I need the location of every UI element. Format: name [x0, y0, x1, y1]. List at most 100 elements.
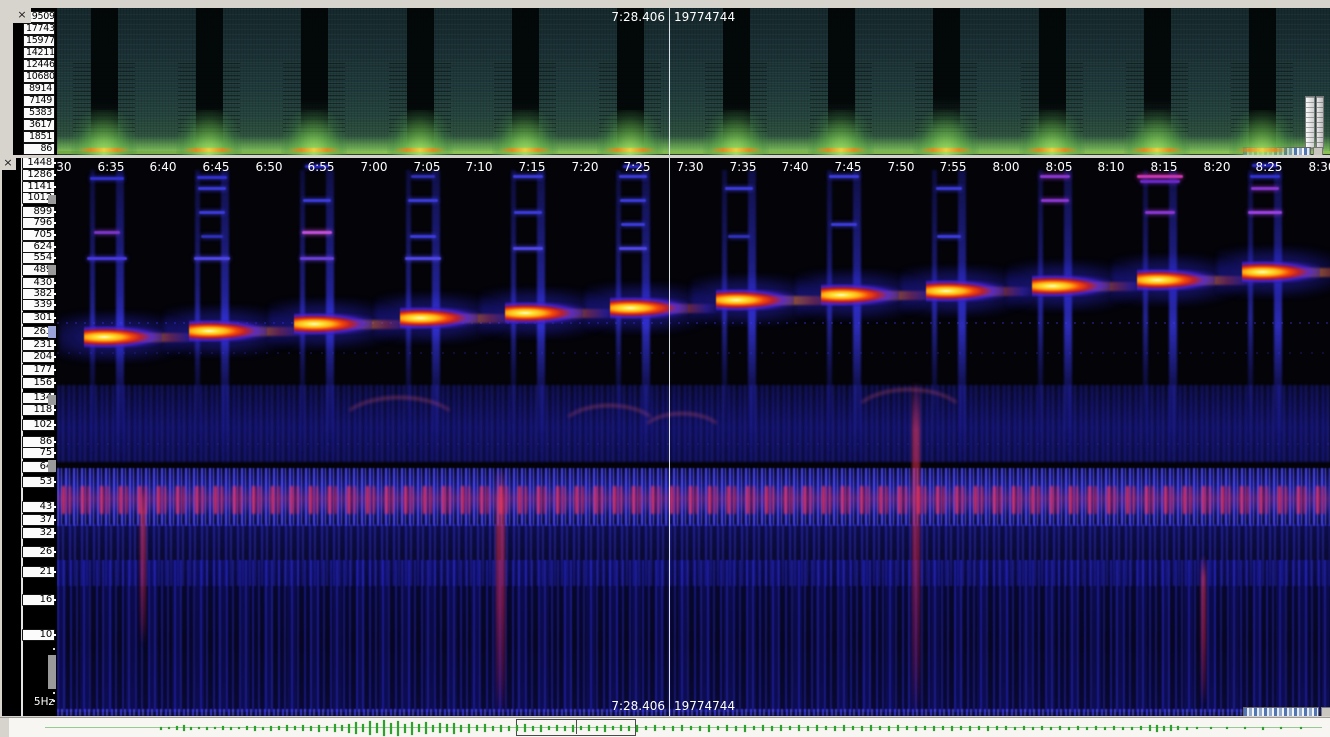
waveform-tick [230, 727, 232, 730]
freq-label: 86 [23, 143, 55, 155]
harmonic-dash [728, 235, 750, 238]
freq-label: 12446 [23, 59, 55, 71]
harmonic-dash [1140, 180, 1180, 183]
time-ruler-label: 7:40 [782, 160, 809, 174]
call-base-accent [288, 148, 340, 152]
harmonic-dash [621, 223, 645, 226]
time-ruler-label: 7:05 [414, 160, 441, 174]
freq-tick [53, 481, 56, 483]
harmonic-dash [513, 175, 543, 178]
freq-label: 554 [22, 252, 55, 264]
noise-arc [640, 412, 724, 457]
waveform-tick [369, 721, 371, 735]
freq-label: 5383 [23, 107, 55, 119]
freq-tick [53, 506, 56, 508]
time-ruler-label: 7:20 [572, 160, 599, 174]
harmonic-dash [300, 257, 334, 260]
waveform-tick [690, 726, 692, 730]
waveform-tick [951, 726, 953, 731]
freq-gray-tick [48, 326, 56, 338]
harmonic-dash [199, 211, 225, 214]
freq-label: 1286 [22, 169, 55, 181]
waveform-tick [1280, 727, 1282, 729]
waveform-tick [681, 725, 683, 731]
freq-gray-tick [48, 265, 56, 275]
close-pane-button-top[interactable]: × [13, 8, 31, 23]
vertical-scroll-thumbwheel[interactable] [1316, 96, 1324, 149]
waveform-tick [942, 726, 944, 730]
freq-label: 705 [22, 229, 55, 241]
spectrogram-pane-green[interactable]: 7:28.406 19774744 [57, 8, 1330, 155]
harmonic-dash [1041, 199, 1069, 202]
call-blob [189, 320, 267, 342]
harmonic-dash [936, 187, 962, 190]
call-vertical-streak [827, 170, 832, 455]
zoom-reset-button-main[interactable] [1321, 707, 1330, 716]
time-ruler-label: 7:30 [677, 160, 704, 174]
harmonic-dash [620, 199, 646, 202]
waveform-tick [969, 726, 971, 731]
call-blob [926, 280, 1004, 302]
waveform-tick [1196, 727, 1198, 729]
waveform-tick [238, 727, 240, 729]
waveform-tick [1210, 727, 1212, 729]
call-base-accent [920, 148, 972, 152]
time-ruler-label: 6:35 [98, 160, 125, 174]
waveform-tick [879, 726, 881, 730]
harmonic-dash [408, 199, 438, 202]
waveform-tick [987, 726, 989, 731]
frequency-scale-main[interactable]: 5Hz 144812861141101289979670562455448943… [2, 158, 57, 716]
waveform-tick [843, 725, 845, 731]
call-vertical-streak [90, 170, 95, 455]
call-vertical-streak [1064, 170, 1072, 470]
freq-label: 17743 [23, 23, 55, 35]
waveform-tick [492, 726, 494, 731]
freq-label: 15977 [23, 35, 55, 47]
horizontal-zoom-thumbwheel-main[interactable] [1243, 707, 1319, 716]
waveform-tick [355, 722, 357, 734]
harmonic-dash [619, 247, 647, 250]
freq-minor-tick [53, 692, 55, 694]
waveform-tick [348, 724, 350, 733]
waveform-tick [1244, 727, 1246, 729]
freq-tick [53, 571, 56, 573]
freq-tick [53, 282, 56, 284]
waveform-tick [1014, 727, 1016, 730]
waveform-overview-strip[interactable] [0, 717, 1330, 737]
time-ruler-label: 8:15 [1151, 160, 1178, 174]
waveform-tick [425, 722, 427, 734]
waveform-tick [628, 726, 630, 731]
spectrogram-pane-main[interactable]: 7:28.406 19774744 6:306:356:406:456:506:… [57, 158, 1330, 716]
waveform-tick [596, 726, 598, 731]
freq-tick [53, 234, 56, 236]
waveform-tick [1050, 727, 1052, 730]
zoom-reset-button-top[interactable] [1313, 147, 1323, 155]
freq-label: 1448 [22, 158, 55, 169]
waveform-tick [168, 727, 170, 729]
waveform-tick [807, 726, 809, 731]
frequency-scale-top[interactable]: 1950917743159771421112446106808914714953… [13, 8, 57, 155]
harmonic-dash [829, 175, 859, 178]
waveform-tick [1122, 727, 1124, 730]
harmonic-dash [405, 257, 441, 260]
call-base-accent [815, 148, 867, 152]
harmonic-dash [90, 177, 124, 180]
waveform-tick [1023, 726, 1025, 730]
waveform-tick [254, 726, 256, 731]
waveform-tick [1059, 726, 1061, 730]
waveform-tick [996, 726, 998, 730]
freq-tick [53, 409, 56, 411]
waveform-tick [762, 725, 764, 731]
waveform-tick [376, 723, 378, 733]
waveform-tick [484, 724, 486, 732]
waveform-tick [852, 726, 854, 730]
call-blob [294, 313, 372, 335]
vertical-zoom-thumbwheel[interactable] [1305, 96, 1315, 149]
call-vertical-streak [116, 170, 124, 470]
waveform-tick [744, 725, 746, 732]
waveform-tick [446, 724, 448, 732]
close-pane-button-main[interactable]: × [0, 156, 16, 170]
freq-label: 32 [22, 527, 55, 539]
waveform-tick [834, 726, 836, 731]
freq-minor-tick [53, 700, 55, 702]
